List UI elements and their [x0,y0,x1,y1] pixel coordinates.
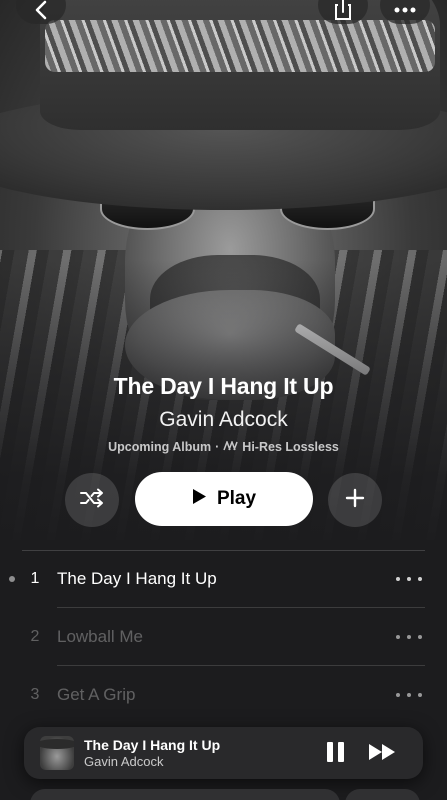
track-row[interactable]: 3 Get A Grip [0,666,447,724]
quality-label: Hi-Res Lossless [242,440,339,454]
track-number: 2 [30,628,40,645]
search-tab[interactable] [345,789,420,800]
track-row[interactable]: 2 Lowball Me [0,608,447,666]
now-playing-title: The Day I Hang It Up [84,737,221,753]
share-icon [334,0,352,21]
track-title: Lowball Me [57,627,143,646]
track-number: 3 [30,686,40,703]
play-label: Play [216,488,257,509]
skip-forward-button[interactable] [368,741,398,768]
lossless-waveform-icon [223,439,239,454]
ellipsis-icon [394,0,416,13]
plus-icon [345,488,365,513]
shuffle-button[interactable] [65,473,119,527]
track-title: The Day I Hang It Up [57,569,217,588]
album-status: Upcoming Album [108,440,212,454]
album-title: The Day I Hang It Up [113,373,334,399]
track-title: Get A Grip [57,685,136,704]
pause-button[interactable] [324,742,346,764]
fast-forward-icon [368,744,398,767]
artist-name[interactable]: Gavin Adcock [0,408,447,432]
add-to-library-button[interactable] [328,473,382,527]
meta-separator: · [215,440,220,454]
album-artwork [0,0,447,540]
track-more-button[interactable] [396,630,422,644]
chevron-left-icon [34,0,48,20]
album-meta: Upcoming Album · Hi-Res Lossless [0,439,447,454]
mini-player[interactable]: The Day I Hang It Up Gavin Adcock [24,727,423,779]
play-button[interactable]: Play [135,472,313,526]
play-icon [192,488,207,511]
mini-player-artwork [40,736,74,770]
track-number: 1 [30,570,40,587]
track-more-button[interactable] [396,572,422,586]
tab-bar[interactable] [30,789,340,800]
quality-badge: Hi-Res Lossless [223,439,339,454]
pause-icon [326,742,344,764]
upcoming-indicator-dot [9,576,15,582]
now-playing-artist: Gavin Adcock [84,754,164,769]
track-row[interactable]: 1 The Day I Hang It Up [0,550,447,608]
track-more-button[interactable] [396,688,422,702]
shuffle-icon [80,488,104,513]
